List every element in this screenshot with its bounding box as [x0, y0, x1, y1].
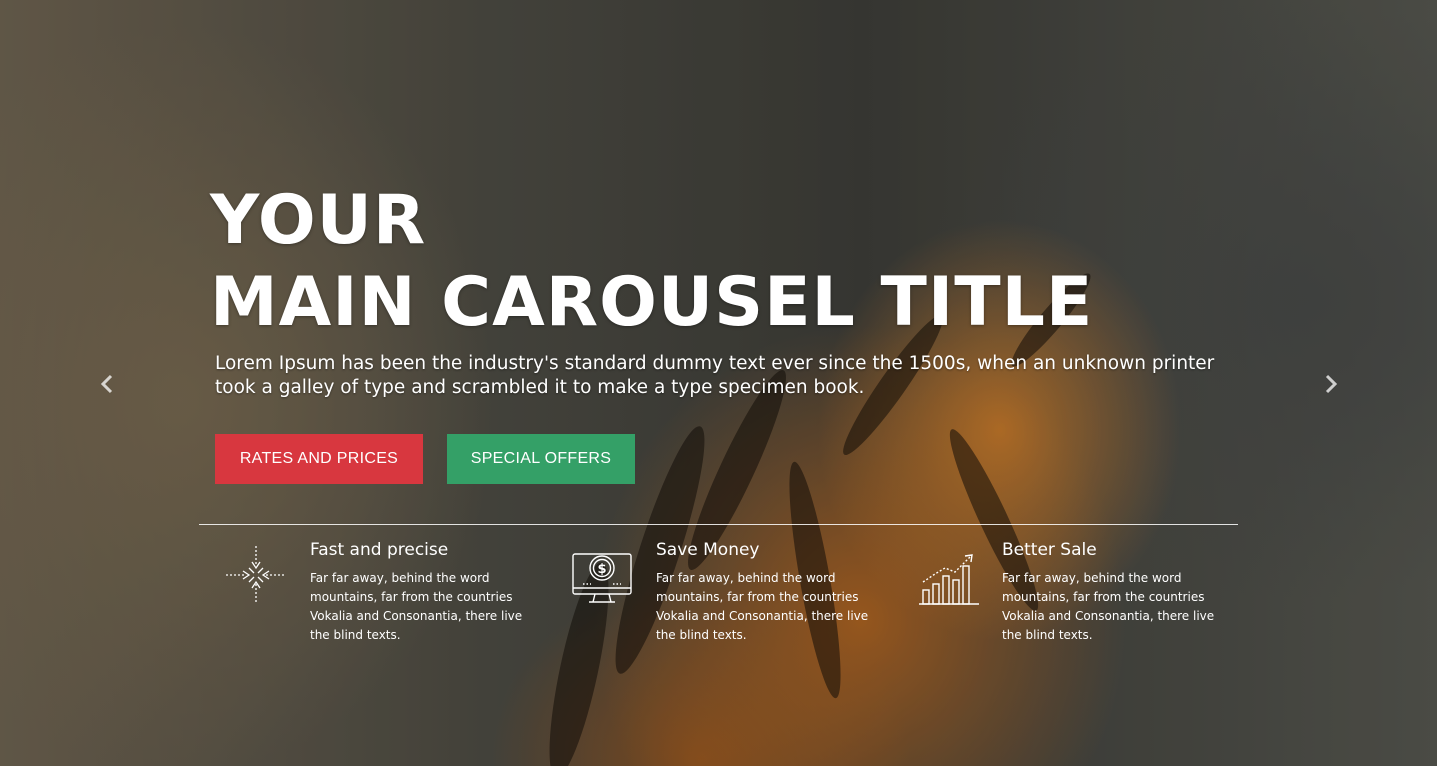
feature-title: Fast and precise: [310, 540, 449, 560]
divider: [199, 524, 1238, 525]
carousel-prev-button[interactable]: [96, 372, 120, 396]
feature-text: Far far away, behind the word mountains,…: [656, 571, 869, 642]
carousel-title: YOUR MAIN CAROUSEL TITLE: [210, 180, 1093, 344]
feature-text: Far far away, behind the word mountains,…: [310, 571, 523, 642]
feature-text: Far far away, behind the word mountains,…: [1002, 571, 1215, 642]
carousel-next-button[interactable]: [1318, 372, 1342, 396]
carousel-title-line2: MAIN CAROUSEL TITLE: [210, 263, 1094, 342]
svg-text:$: $: [597, 562, 606, 577]
chevron-right-icon: [1325, 374, 1338, 394]
monitor-dollar-icon: $: [571, 544, 635, 608]
feature-title: Better Sale: [1002, 540, 1097, 560]
feature-title: Save Money: [656, 540, 760, 560]
arrows-converge-icon: [225, 544, 289, 608]
hero-carousel-slide: YOUR MAIN CAROUSEL TITLE Lorem Ipsum has…: [0, 0, 1437, 766]
chevron-left-icon: [100, 374, 113, 394]
bar-chart-growth-icon: [917, 544, 981, 608]
carousel-lead-text: Lorem Ipsum has been the industry's stan…: [215, 353, 1215, 398]
rates-and-prices-button[interactable]: RATES AND PRICES: [215, 434, 423, 484]
carousel-title-line1: YOUR: [210, 181, 427, 260]
special-offers-button[interactable]: SPECIAL OFFERS: [447, 434, 635, 484]
